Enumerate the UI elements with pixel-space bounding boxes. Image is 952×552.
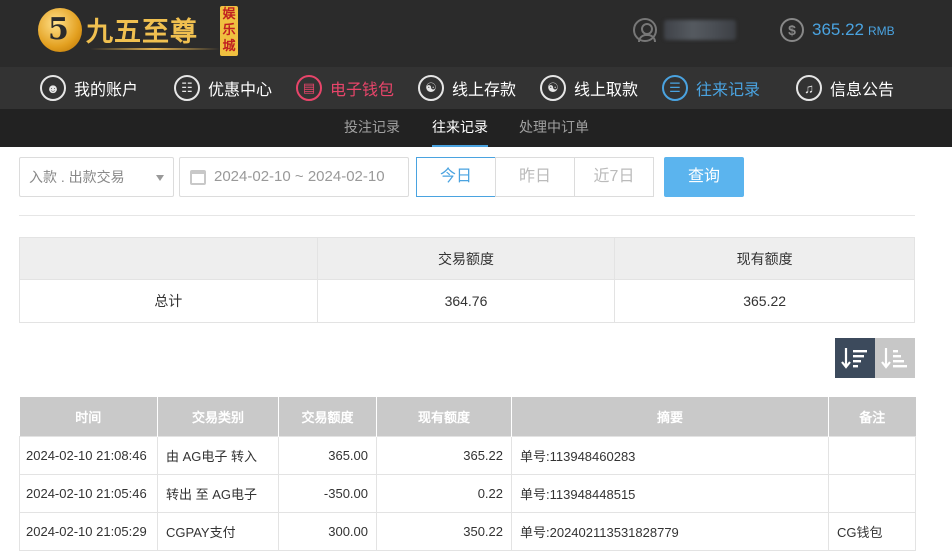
cell-remark [828, 473, 916, 513]
column-header-remark: 备注 [828, 397, 916, 436]
cell-type: 转出 至 AG电子 [157, 473, 279, 513]
sort-descending-button[interactable] [835, 338, 875, 378]
cell-amount: -350.00 [278, 473, 377, 513]
column-header-time: 时间 [19, 397, 158, 436]
cell-amount: 365.00 [278, 435, 377, 475]
gift-icon: ☷ [174, 75, 200, 101]
chevron-down-icon [156, 175, 164, 181]
nav-label: 往来记录 [696, 82, 761, 99]
cell-type: CGPAY支付 [157, 511, 279, 551]
cell-time: 2024-02-10 21:08:46 [19, 435, 158, 475]
table-row: 2024-02-10 21:05:29 CGPAY支付 300.00 350.2… [19, 511, 916, 551]
nav-my-account[interactable]: ☻ 我的账户 [40, 67, 138, 109]
sort-asc-icon [881, 348, 907, 369]
tab-transaction-records[interactable]: 往来记录 [432, 109, 488, 147]
cell-type: 由 AG电子 转入 [157, 435, 279, 475]
account-balance: 365.22 RMB [812, 20, 895, 40]
cell-summary: 单号:202402113531828779 [511, 511, 829, 551]
dollar-icon: $ [780, 18, 804, 42]
cell-time: 2024-02-10 21:05:46 [19, 473, 158, 513]
column-header-amount: 交易额度 [278, 397, 377, 436]
nav-label: 信息公告 [830, 82, 895, 99]
cell-amount: 300.00 [278, 511, 377, 551]
summary-header-row: 交易额度 现有额度 [19, 237, 915, 280]
summary-header-cell [19, 237, 318, 280]
date-range-value: 2024-02-10 ~ 2024-02-10 [214, 168, 385, 185]
nav-promotions[interactable]: ☷ 优惠中心 [174, 67, 272, 109]
date-range-input[interactable]: 2024-02-10 ~ 2024-02-10 [179, 157, 409, 197]
wallet-icon: ▤ [296, 75, 322, 101]
cell-time: 2024-02-10 21:05:29 [19, 511, 158, 551]
summary-cell: 364.76 [316, 279, 616, 323]
divider [19, 215, 915, 216]
deposit-icon: ☯ [418, 75, 444, 101]
sort-desc-icon [841, 348, 867, 369]
nav-announcements[interactable]: ♫ 信息公告 [796, 67, 894, 109]
tab-pending-orders[interactable]: 处理中订单 [519, 109, 589, 147]
cell-remark [828, 435, 916, 475]
summary-total-row: 总计 364.76 365.22 [19, 279, 915, 323]
query-button[interactable]: 查询 [664, 157, 744, 197]
tab-bet-records[interactable]: 投注记录 [344, 109, 400, 147]
nav-label: 线上存款 [452, 82, 517, 99]
bell-icon: ♫ [796, 75, 822, 101]
summary-cell: 总计 [19, 279, 318, 323]
table-row: 2024-02-10 21:08:46 由 AG电子 转入 365.00 365… [19, 435, 916, 475]
logo-text: 九五至尊 [86, 17, 198, 48]
table-header-row: 时间 交易类别 交易额度 现有额度 摘要 备注 [19, 397, 916, 436]
cell-balance: 350.22 [376, 511, 512, 551]
nav-online-withdraw[interactable]: ☯ 线上取款 [540, 67, 638, 109]
transaction-type-select[interactable]: 入款 . 出款交易 [19, 157, 174, 197]
transactions-table: 时间 交易类别 交易额度 现有额度 摘要 备注 2024-02-10 21:08… [19, 397, 916, 551]
summary-header-cell: 交易额度 [316, 237, 616, 280]
logo-badge: 娱乐城 [220, 6, 238, 56]
column-header-summary: 摘要 [511, 397, 829, 436]
nav-label: 优惠中心 [208, 82, 273, 99]
summary-table: 交易额度 现有额度 总计 364.76 365.22 [19, 237, 915, 323]
balance-value: 365.22 [812, 20, 864, 39]
last-7-days-button[interactable]: 近7日 [574, 157, 654, 197]
withdraw-icon: ☯ [540, 75, 566, 101]
yesterday-button[interactable]: 昨日 [495, 157, 575, 197]
sub-nav: 投注记录 往来记录 处理中订单 [0, 109, 952, 147]
nav-label: 我的账户 [74, 82, 139, 99]
summary-header-cell: 现有额度 [614, 237, 915, 280]
main-nav: ☻ 我的账户 ☷ 优惠中心 ▤ 电子钱包 ☯ 线上存款 ☯ 线上取款 ☰ 往来记… [0, 67, 952, 109]
top-header: 5 九五至尊 娱乐城 $ 365.22 RMB [0, 0, 952, 67]
nav-label: 线上取款 [574, 82, 639, 99]
user-icon: ☻ [40, 75, 66, 101]
cell-balance: 365.22 [376, 435, 512, 475]
logo-mark: 5 [38, 8, 82, 52]
cell-summary: 单号:113948448515 [511, 473, 829, 513]
nav-e-wallet[interactable]: ▤ 电子钱包 [296, 67, 394, 109]
logo-underline [90, 48, 220, 50]
site-logo[interactable]: 5 九五至尊 娱乐城 [38, 4, 238, 60]
column-header-balance: 现有额度 [376, 397, 512, 436]
calendar-icon [190, 170, 206, 185]
balance-unit: RMB [868, 24, 895, 38]
column-header-type: 交易类别 [157, 397, 279, 436]
nav-online-deposit[interactable]: ☯ 线上存款 [418, 67, 516, 109]
sort-ascending-button[interactable] [875, 338, 915, 378]
cell-remark: CG钱包 [828, 511, 916, 551]
today-button[interactable]: 今日 [416, 157, 496, 197]
records-icon: ☰ [662, 75, 688, 101]
transaction-type-value: 入款 . 出款交易 [29, 169, 125, 185]
avatar-icon[interactable] [633, 18, 657, 42]
table-row: 2024-02-10 21:05:46 转出 至 AG电子 -350.00 0.… [19, 473, 916, 513]
nav-label: 电子钱包 [330, 82, 395, 99]
username-redacted [664, 20, 736, 40]
cell-summary: 单号:113948460283 [511, 435, 829, 475]
nav-transaction-records[interactable]: ☰ 往来记录 [662, 67, 760, 109]
cell-balance: 0.22 [376, 473, 512, 513]
summary-cell: 365.22 [614, 279, 915, 323]
